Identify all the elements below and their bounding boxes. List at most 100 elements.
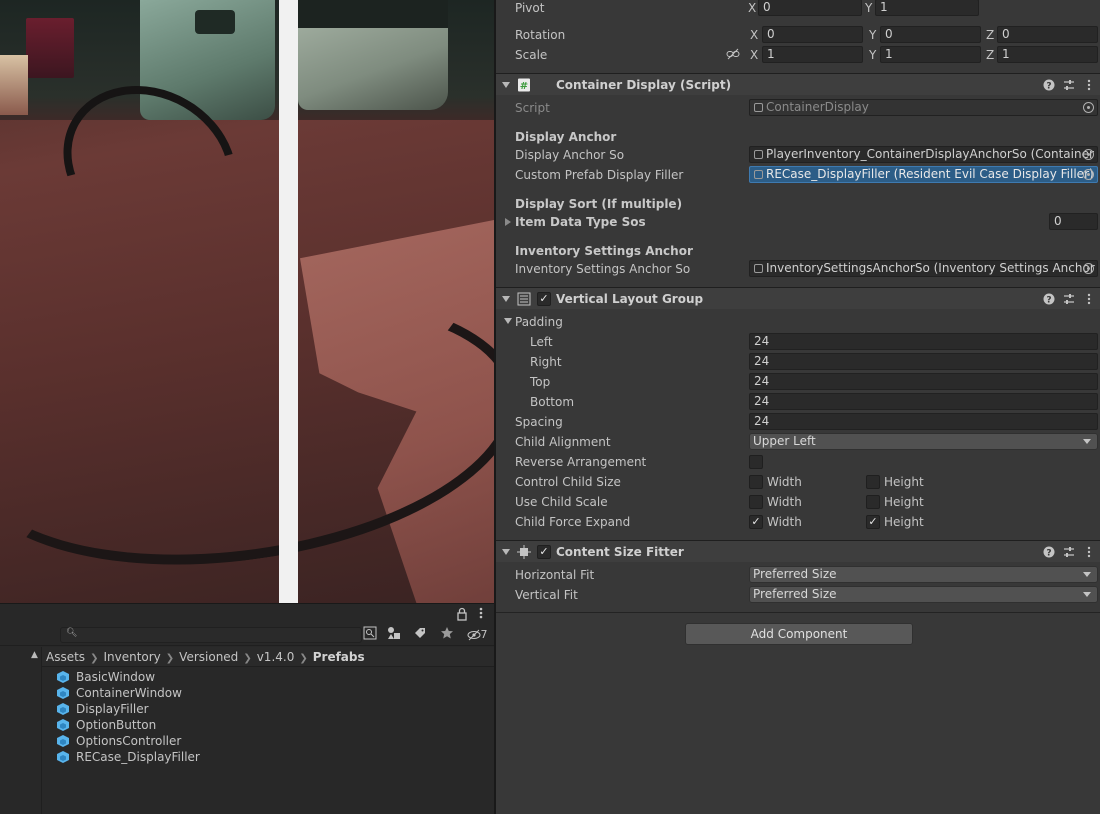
- list-item[interactable]: OptionsController: [56, 733, 200, 749]
- add-component-button[interactable]: Add Component: [685, 623, 913, 645]
- script-label: Script: [515, 101, 550, 115]
- component-enabled-checkbox[interactable]: ✓: [537, 292, 551, 306]
- help-icon[interactable]: ?: [1042, 74, 1056, 99]
- scale-z-field[interactable]: 1: [997, 46, 1098, 63]
- item-data-type-row[interactable]: Item Data Type Sos 0: [496, 212, 1100, 232]
- section-header: Display Anchor: [515, 130, 617, 144]
- horizontal-fit-label: Horizontal Fit: [515, 568, 595, 582]
- pivot-x-field[interactable]: 0: [758, 0, 862, 16]
- padding-left-field[interactable]: 24: [749, 333, 1098, 350]
- scale-height-checkbox[interactable]: [866, 495, 880, 509]
- presets-icon[interactable]: [1062, 288, 1076, 313]
- container-display-header[interactable]: # Container Display (Script) ?: [496, 73, 1100, 95]
- object-picker-icon[interactable]: [1083, 169, 1094, 180]
- breadcrumb-item[interactable]: Inventory: [103, 650, 160, 664]
- list-item[interactable]: ContainerWindow: [56, 685, 200, 701]
- content-size-fitter-header[interactable]: ✓ Content Size Fitter ?: [496, 540, 1100, 562]
- axis-z-label[interactable]: Z: [986, 25, 994, 45]
- display-anchor-so-field[interactable]: PlayerInventory_ContainerDisplayAnchorSo…: [749, 146, 1098, 163]
- help-icon[interactable]: ?: [1042, 541, 1056, 566]
- search-by-type-button[interactable]: [359, 626, 381, 644]
- horizontal-fit-dropdown[interactable]: Preferred Size: [749, 566, 1098, 583]
- axis-x-label[interactable]: X: [750, 25, 758, 45]
- list-item[interactable]: DisplayFiller: [56, 701, 200, 717]
- more-vert-icon[interactable]: [1082, 74, 1096, 99]
- object-picker-icon[interactable]: [1083, 149, 1094, 160]
- vertical-layout-header[interactable]: ✓ Vertical Layout Group ?: [496, 287, 1100, 309]
- hidden-packages-button[interactable]: 7: [462, 626, 492, 644]
- chevron-right-icon: ❯: [165, 653, 175, 664]
- breadcrumb-current[interactable]: Prefabs: [313, 650, 365, 664]
- pivot-y-field[interactable]: 1: [875, 0, 979, 16]
- script-row: Script ContainerDisplay: [496, 98, 1100, 118]
- object-picker-icon[interactable]: [1083, 263, 1094, 274]
- list-item[interactable]: OptionButton: [56, 717, 200, 733]
- breadcrumb-item[interactable]: v1.4.0: [257, 650, 295, 664]
- scale-y-field[interactable]: 1: [880, 46, 981, 63]
- foldout-arrow-icon[interactable]: [502, 296, 510, 302]
- presets-icon[interactable]: [1062, 74, 1076, 99]
- chevron-right-icon: ❯: [90, 653, 99, 664]
- axis-x-label[interactable]: X: [748, 0, 756, 18]
- breadcrumb-item[interactable]: Versioned: [179, 650, 238, 664]
- padding-bottom-field[interactable]: 24: [749, 393, 1098, 410]
- section-header: Display Sort (If multiple): [515, 197, 683, 211]
- foldout-arrow-icon[interactable]: [502, 549, 510, 555]
- component-enabled-checkbox[interactable]: ✓: [537, 545, 551, 559]
- breadcrumb-item[interactable]: Assets: [46, 650, 85, 664]
- foldout-arrow-icon[interactable]: [504, 318, 512, 324]
- expand-height-checkbox[interactable]: ✓: [866, 515, 880, 529]
- axis-y-label[interactable]: Y: [865, 0, 872, 18]
- width-label: Width: [767, 475, 802, 489]
- custom-prefab-field[interactable]: RECase_DisplayFiller (Resident Evil Case…: [749, 166, 1098, 183]
- search-filter-icon: [363, 626, 377, 640]
- file-name: OptionsController: [76, 734, 182, 748]
- favorites-button[interactable]: [436, 626, 458, 644]
- control-height-checkbox[interactable]: [866, 475, 880, 489]
- expand-width-checkbox[interactable]: ✓: [749, 515, 763, 529]
- item-data-type-count[interactable]: 0: [1049, 213, 1098, 230]
- more-vert-icon[interactable]: [1082, 541, 1096, 566]
- padding-right-row: Right 24: [496, 352, 1100, 372]
- axis-x-label[interactable]: X: [750, 45, 758, 65]
- scale-x-field[interactable]: 1: [762, 46, 863, 63]
- control-width-checkbox[interactable]: [749, 475, 763, 489]
- lock-icon[interactable]: [456, 607, 468, 621]
- padding-row[interactable]: Padding: [496, 312, 1100, 332]
- foldout-arrow-icon[interactable]: [505, 218, 511, 226]
- child-force-expand-label: Child Force Expand: [515, 515, 631, 529]
- vertical-fit-dropdown[interactable]: Preferred Size: [749, 586, 1098, 603]
- scriptable-object-icon: [754, 264, 763, 273]
- rotation-y-field[interactable]: 0: [880, 26, 981, 43]
- search-input[interactable]: 🔍︎: [60, 627, 362, 643]
- scale-width-checkbox[interactable]: [749, 495, 763, 509]
- link-icon[interactable]: [726, 48, 740, 60]
- more-vert-icon[interactable]: [1082, 288, 1096, 313]
- collapse-up-icon[interactable]: ▲: [31, 650, 38, 660]
- presets-icon[interactable]: [1062, 541, 1076, 566]
- padding-top-field[interactable]: 24: [749, 373, 1098, 390]
- help-icon[interactable]: ?: [1042, 288, 1056, 313]
- scene-view[interactable]: [0, 0, 494, 603]
- axis-y-label[interactable]: Y: [869, 45, 876, 65]
- reverse-checkbox[interactable]: [749, 455, 763, 469]
- padding-right-field[interactable]: 24: [749, 353, 1098, 370]
- padding-top-label: Top: [530, 375, 551, 389]
- inventory-settings-field[interactable]: InventorySettingsAnchorSo (Inventory Set…: [749, 260, 1098, 277]
- child-alignment-dropdown[interactable]: Upper Left: [749, 433, 1098, 450]
- more-vert-icon[interactable]: [476, 606, 486, 620]
- axis-z-label[interactable]: Z: [986, 45, 994, 65]
- list-item[interactable]: RECase_DisplayFiller: [56, 749, 200, 765]
- filter-by-type-button[interactable]: [383, 626, 405, 644]
- svg-text:?: ?: [1046, 82, 1051, 92]
- foldout-arrow-icon[interactable]: [502, 82, 510, 88]
- filter-by-label-button[interactable]: [409, 626, 431, 644]
- prefab-icon: [56, 670, 70, 684]
- list-item[interactable]: BasicWindow: [56, 669, 200, 685]
- rotation-z-field[interactable]: 0: [997, 26, 1098, 43]
- prefab-icon: [56, 734, 70, 748]
- project-folder-tree[interactable]: ▲: [0, 647, 42, 814]
- rotation-x-field[interactable]: 0: [762, 26, 863, 43]
- spacing-field[interactable]: 24: [749, 413, 1098, 430]
- axis-y-label[interactable]: Y: [869, 25, 876, 45]
